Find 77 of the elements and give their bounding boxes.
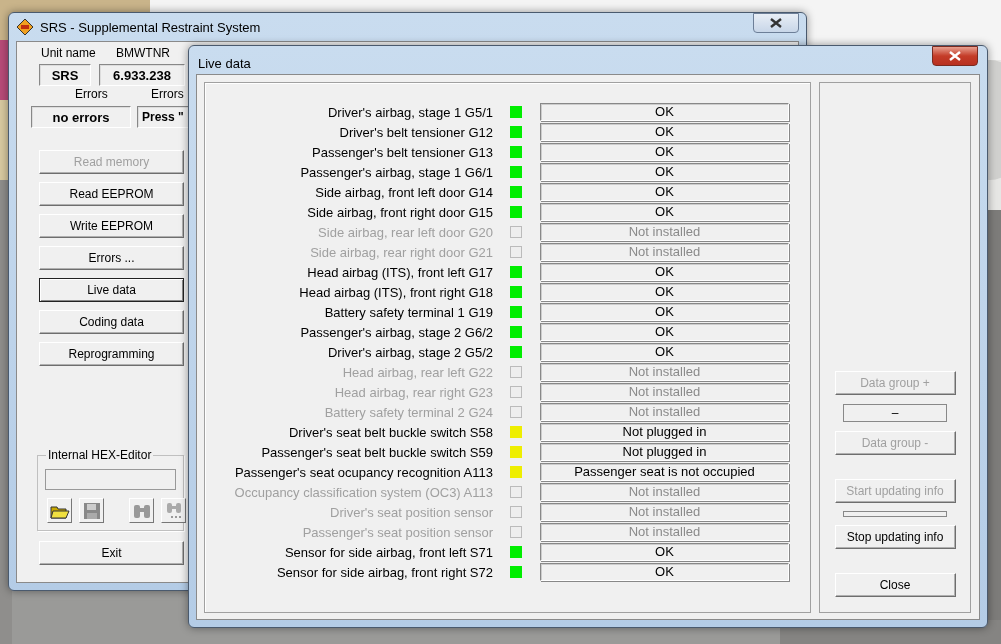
- value-field: OK: [540, 283, 789, 301]
- value-field: OK: [540, 143, 789, 161]
- signal-label: Sensor for side airbag, front right S72: [275, 564, 493, 580]
- window-title: Live data: [198, 55, 251, 71]
- field-label: Errors: [75, 87, 108, 101]
- close-icon: [948, 51, 962, 61]
- value-field: OK: [540, 183, 789, 201]
- signal-label: Passenger's seat belt buckle switch S59: [260, 444, 493, 460]
- close-button[interactable]: Close: [834, 573, 956, 597]
- value-field: Not installed: [540, 523, 789, 541]
- binoculars-icon[interactable]: [161, 498, 186, 523]
- signal-label: Passenger's airbag, stage 2 G6/2: [299, 324, 493, 340]
- value-field: Not plugged in: [540, 423, 789, 441]
- signal-label: Driver's airbag, stage 2 G5/2: [326, 344, 493, 360]
- value-field: OK: [540, 543, 789, 561]
- value-field: OK: [540, 123, 789, 141]
- field-label: BMWTNR: [116, 46, 170, 60]
- signal-label: Passenger's seat position sensor: [301, 524, 493, 540]
- value-field: OK: [540, 163, 789, 181]
- value-field: OK: [540, 323, 789, 341]
- action-button[interactable]: Coding data: [39, 310, 184, 334]
- signal-label: Side airbag, rear left door G20: [317, 224, 493, 240]
- signal-label: Passenger's airbag, stage 1 G6/1: [299, 164, 493, 180]
- value-field: OK: [540, 563, 789, 581]
- value-field: OK: [540, 343, 789, 361]
- signal-label: Head airbag (ITS), front left G17: [306, 264, 493, 280]
- value-field: OK: [540, 263, 789, 281]
- value-field: Passenger seat is not occupied: [540, 463, 789, 481]
- signal-label: Sensor for side airbag, front left S71: [283, 544, 493, 560]
- close-button[interactable]: [753, 13, 799, 33]
- signal-label: Occupancy classification system (OC3) A113: [233, 484, 493, 500]
- signal-label: Driver's airbag, stage 1 G5/1: [326, 104, 493, 120]
- action-button[interactable]: Errors ...: [39, 246, 184, 270]
- value-field: –: [843, 404, 947, 422]
- close-button[interactable]: [932, 46, 978, 66]
- value-field: Not installed: [540, 223, 789, 241]
- value-field: OK: [540, 203, 789, 221]
- value-field: OK: [540, 303, 789, 321]
- group-title: Internal HEX-Editor: [46, 448, 154, 462]
- value-field: Not installed: [540, 243, 789, 261]
- window-title: SRS - Supplemental Restraint System: [40, 19, 261, 35]
- signal-label: Side airbag, front left door G14: [314, 184, 493, 200]
- stop-updating-button[interactable]: Stop updating info: [834, 525, 956, 549]
- signal-label: Driver's seat belt buckle switch S58: [287, 424, 493, 440]
- value-field: SRS: [39, 64, 91, 86]
- value-field: 6.933.238: [99, 64, 185, 86]
- value-field: Not installed: [540, 363, 789, 381]
- signal-label: Side airbag, front right door G15: [306, 204, 493, 220]
- signal-label: Passenger's seat ocupancy recognition A113: [233, 464, 493, 480]
- value-field: Not installed: [540, 503, 789, 521]
- signal-label: Side airbag, rear right door G21: [309, 244, 493, 260]
- signal-label: Head airbag (ITS), front right G18: [298, 284, 493, 300]
- action-button[interactable]: Live data: [39, 278, 184, 302]
- signal-label: Driver's belt tensioner G12: [338, 124, 493, 140]
- value-field: OK: [540, 103, 789, 121]
- value-field: Not installed: [540, 483, 789, 501]
- action-button[interactable]: Read EEPROM: [39, 182, 184, 206]
- diamond-icon: [16, 18, 34, 36]
- value-field: Not installed: [540, 383, 789, 401]
- open-folder-icon[interactable]: [47, 498, 72, 523]
- exit-button[interactable]: Exit: [39, 541, 184, 565]
- value-field: no errors: [31, 106, 131, 128]
- field-label: Errors: [151, 87, 184, 101]
- value-field: Not plugged in: [540, 443, 789, 461]
- close-icon: [769, 18, 783, 28]
- signal-label: Passenger's belt tensioner G13: [311, 144, 493, 160]
- binoculars-icon[interactable]: [129, 498, 154, 523]
- field-label: Unit name: [41, 46, 96, 60]
- signal-label: Driver's seat position sensor: [329, 504, 493, 520]
- input-field[interactable]: [45, 469, 176, 490]
- action-button[interactable]: Reprogramming: [39, 342, 184, 366]
- value-field: Not installed: [540, 403, 789, 421]
- action-button[interactable]: Write EEPROM: [39, 214, 184, 238]
- signal-label: Head airbag, rear left G22: [341, 364, 493, 380]
- signal-label: Battery safety terminal 1 G19: [323, 304, 493, 320]
- signal-label: Head airbag, rear right G23: [333, 384, 493, 400]
- signal-label: Battery safety terminal 2 G24: [323, 404, 493, 420]
